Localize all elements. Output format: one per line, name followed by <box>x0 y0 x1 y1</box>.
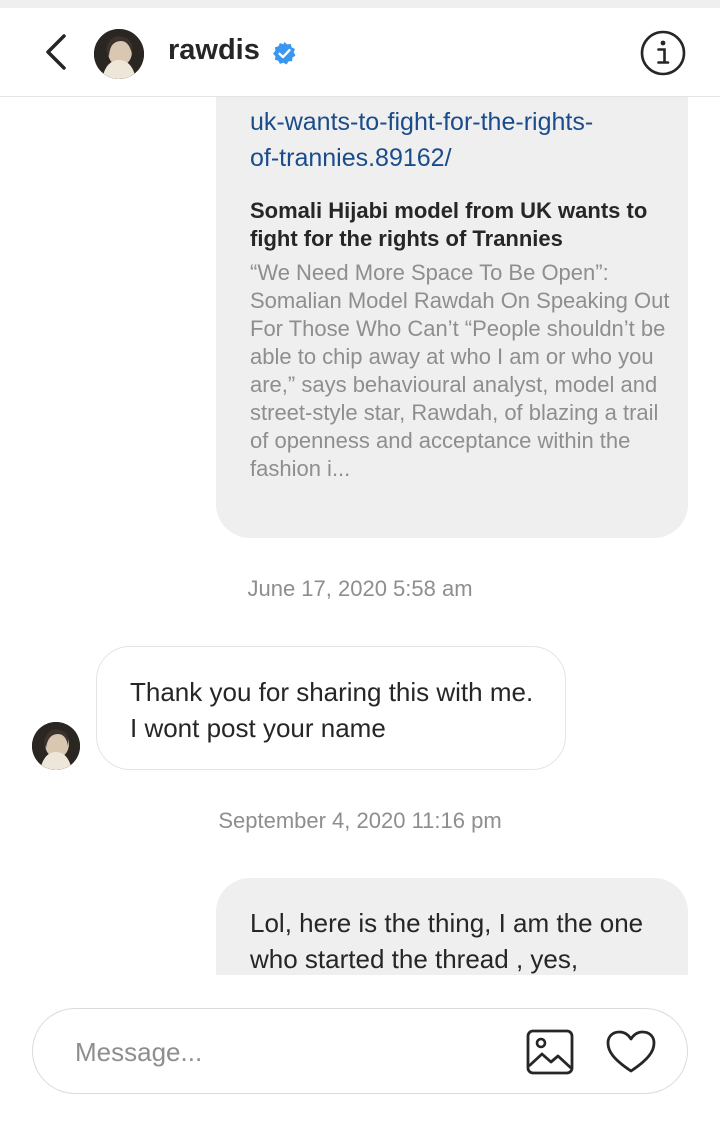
shared-link-url[interactable]: uk-wants-to-fight-for-the-rights- of-tra… <box>250 104 670 176</box>
url-line-2[interactable]: of-trannies.89162/ <box>250 140 670 176</box>
sender-avatar[interactable] <box>32 722 80 770</box>
message-input[interactable] <box>73 1033 477 1071</box>
back-button[interactable] <box>38 32 74 72</box>
message-composer <box>32 1008 688 1094</box>
status-strip <box>0 0 720 8</box>
shared-link-title: Somali Hijabi model from UK wants to fig… <box>250 198 648 251</box>
gallery-button[interactable] <box>525 1028 575 1076</box>
message-timestamp: September 4, 2020 11:16 pm <box>218 808 502 833</box>
chat-header: rawdis <box>0 8 720 97</box>
info-button[interactable] <box>640 30 686 76</box>
outgoing-message-text: Lol, here is the thing, I am the one who… <box>250 908 644 974</box>
info-icon <box>640 30 686 76</box>
shared-link-description: “We Need More Space To Be Open”: Somalia… <box>250 260 670 481</box>
verified-badge-icon <box>273 42 296 65</box>
message-timestamp: June 17, 2020 5:58 am <box>247 576 473 601</box>
avatar-photo <box>32 722 80 770</box>
like-button[interactable] <box>605 1029 657 1075</box>
profile-avatar[interactable] <box>94 29 144 79</box>
incoming-message-text: Thank you for sharing this with me. I wo… <box>130 677 534 743</box>
heart-icon <box>606 1030 656 1073</box>
url-line-1[interactable]: uk-wants-to-fight-for-the-rights- <box>250 104 670 140</box>
chat-username[interactable]: rawdis <box>168 34 260 67</box>
avatar-photo <box>94 29 144 79</box>
image-icon <box>526 1029 574 1075</box>
chevron-left-icon <box>46 34 66 70</box>
